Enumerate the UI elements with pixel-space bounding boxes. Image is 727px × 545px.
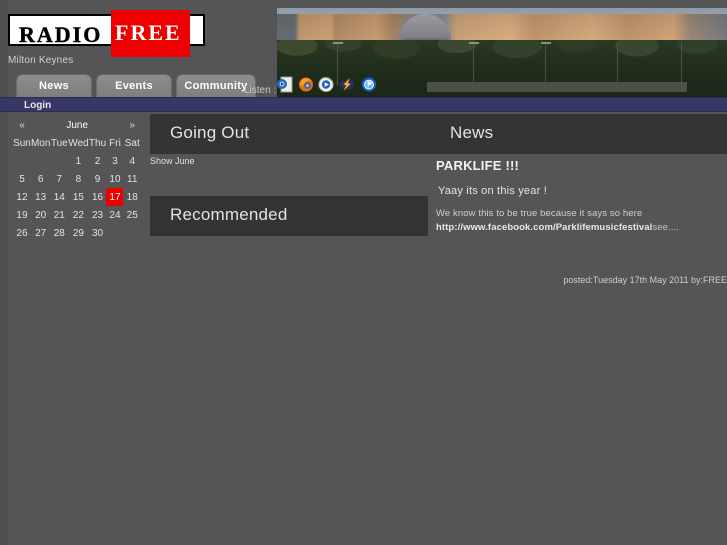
article-posted-meta: posted:Tuesday 17th May 2011 by:FREE	[563, 275, 727, 285]
calendar-day[interactable]: 13	[31, 188, 50, 206]
calendar-day[interactable]: 9	[89, 170, 107, 188]
article-more-label[interactable]: see....	[652, 222, 679, 233]
site-header: RADIO FREE Milton Keynes News Events Com…	[0, 0, 727, 97]
calendar-day[interactable]: 10	[106, 170, 123, 188]
calendar-day[interactable]: 23	[89, 206, 107, 224]
calendar-day[interactable]: 4	[123, 152, 141, 170]
news-article: PARKLIFE !!! Yaay its on this year ! We …	[436, 158, 727, 235]
recommended-title: Recommended	[170, 205, 288, 224]
calendar-nav-row: « June »	[13, 116, 141, 134]
article-link[interactable]: http://www.facebook.com/Parklifemusicfes…	[436, 222, 652, 233]
calendar-day[interactable]: 21	[50, 206, 68, 224]
calendar-widget: « June » Sun Mon Tue Wed Thu Fri Sat 1 2…	[13, 116, 141, 242]
banner-road	[427, 82, 687, 92]
section-header-band: Going Out News	[150, 114, 727, 154]
banner-lamp-head	[333, 42, 343, 44]
banner-lamp-head	[469, 42, 479, 44]
calendar-day[interactable]: 19	[13, 206, 31, 224]
calendar-dow-sun: Sun	[13, 137, 31, 149]
calendar-day[interactable]: 7	[50, 170, 68, 188]
login-bar: Login	[0, 97, 727, 112]
calendar-day[interactable]: 2	[89, 152, 107, 170]
calendar-day[interactable]	[106, 224, 123, 242]
calendar-day[interactable]: 29	[68, 224, 88, 242]
calendar-next-button[interactable]: »	[123, 116, 141, 134]
calendar-day[interactable]: 26	[13, 224, 31, 242]
banner-lamp-post	[617, 42, 618, 86]
page-root: RADIO FREE Milton Keynes News Events Com…	[0, 0, 727, 545]
banner-lamp-post	[545, 42, 546, 86]
calendar-day[interactable]: 24	[106, 206, 123, 224]
going-out-title: Going Out	[170, 123, 250, 142]
recommended-panel: Recommended	[150, 196, 428, 236]
calendar-day[interactable]: 12	[13, 188, 31, 206]
show-month-link[interactable]: Show June	[150, 156, 195, 166]
article-subtitle: Yaay its on this year !	[438, 185, 547, 197]
calendar-day[interactable]: 1	[68, 152, 88, 170]
calendar-day[interactable]: 22	[68, 206, 88, 224]
logo-free-text: FREE	[115, 20, 182, 45]
calendar-day[interactable]: 8	[68, 170, 88, 188]
calendar-prev-button[interactable]: «	[13, 116, 31, 134]
firefox-icon[interactable]	[298, 76, 314, 93]
calendar-day[interactable]: 18	[123, 188, 141, 206]
calendar-day[interactable]: 30	[89, 224, 107, 242]
media-player-icon[interactable]	[318, 76, 334, 93]
article-body-line: We know this to be true because it says …	[436, 208, 643, 219]
winamp-icon[interactable]	[339, 76, 355, 93]
calendar-day[interactable]: 15	[68, 188, 88, 206]
calendar-week-row: 5 6 7 8 9 10 11	[13, 170, 141, 188]
calendar-day[interactable]	[31, 152, 50, 170]
calendar-week-row: 26 27 28 29 30	[13, 224, 141, 242]
calendar-dow-tue: Tue	[50, 137, 68, 149]
calendar-day[interactable]: 20	[31, 206, 50, 224]
banner-lamp-head	[541, 42, 551, 44]
login-link[interactable]: Login	[24, 99, 51, 112]
logo-free-box: FREE	[111, 10, 190, 57]
calendar-day[interactable]: 27	[31, 224, 50, 242]
calendar-day[interactable]: 16	[89, 188, 107, 206]
realplayer-icon[interactable]	[361, 76, 377, 93]
tab-events[interactable]: Events	[96, 74, 172, 97]
calendar-day[interactable]: 5	[13, 170, 31, 188]
banner-lamp-post	[473, 42, 474, 86]
calendar-week-row: 1 2 3 4	[13, 152, 141, 170]
calendar-day[interactable]: 3	[106, 152, 123, 170]
tab-news[interactable]: News	[16, 74, 92, 97]
calendar-dow-sat: Sat	[124, 137, 140, 149]
calendar-day[interactable]: 11	[123, 170, 141, 188]
listen-label: Listen :	[244, 85, 277, 96]
banner-lamp-post	[337, 42, 338, 86]
calendar-dow-row: Sun Mon Tue Wed Thu Fri Sat	[13, 134, 141, 152]
calendar-week-row: 12 13 14 15 16 17 18	[13, 188, 141, 206]
calendar-table: « June » Sun Mon Tue Wed Thu Fri Sat 1 2…	[13, 116, 141, 242]
news-title: News	[450, 123, 494, 142]
calendar-month-label: June	[66, 119, 89, 131]
calendar-day-today[interactable]: 17	[106, 188, 124, 206]
site-logo[interactable]: RADIO FREE	[8, 10, 205, 57]
site-subtitle: Milton Keynes	[8, 55, 74, 66]
banner-lamp-post	[681, 42, 682, 86]
calendar-day[interactable]: 28	[50, 224, 68, 242]
calendar-day[interactable]: 14	[50, 188, 68, 206]
calendar-dow-wed: Wed	[68, 137, 89, 149]
logo-radio-text: RADIO	[19, 22, 103, 47]
calendar-dow-fri: Fri	[109, 137, 121, 149]
calendar-day[interactable]	[13, 152, 31, 170]
calendar-day[interactable]: 25	[123, 206, 141, 224]
calendar-day[interactable]	[123, 224, 141, 242]
windows-media-player-icon[interactable]	[277, 76, 293, 93]
calendar-week-row: 19 20 21 22 23 24 25	[13, 206, 141, 224]
calendar-day[interactable]: 6	[31, 170, 50, 188]
calendar-day[interactable]	[50, 152, 68, 170]
calendar-dow-thu: Thu	[88, 137, 107, 149]
article-body: We know this to be true because it says …	[436, 207, 727, 235]
article-title: PARKLIFE !!!	[436, 158, 520, 173]
calendar-dow-mon: Mon	[30, 137, 51, 149]
